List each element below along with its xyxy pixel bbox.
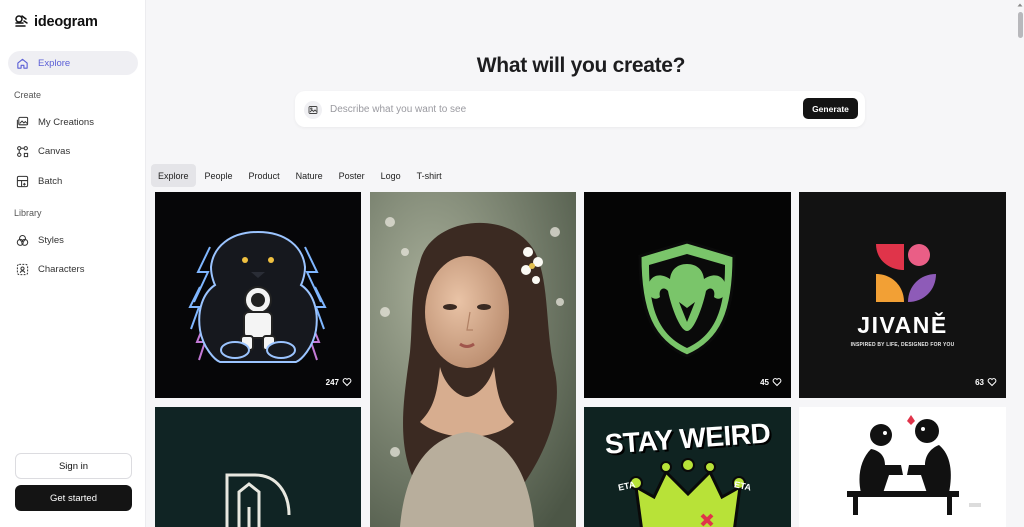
tab-logo[interactable]: Logo (374, 164, 408, 187)
gallery-item[interactable]: JIVANĚ INSPIRED BY LIFE, DESIGNED FOR YO… (799, 192, 1006, 398)
page-title: What will you create? (476, 54, 686, 77)
sidebar-item-canvas[interactable]: Canvas (8, 139, 138, 163)
batch-icon (16, 175, 29, 187)
scrollbar-thumb[interactable] (1018, 12, 1023, 38)
sidebar-item-label: My Creations (38, 116, 94, 128)
heart-icon (987, 378, 997, 387)
gallery-item[interactable]: 45 (584, 192, 791, 398)
image-upload-icon[interactable] (304, 101, 322, 119)
sidebar: ideogram Explore Create My Creations Can… (0, 0, 146, 527)
like-count[interactable]: 45 (760, 377, 782, 387)
gallery-item[interactable] (370, 192, 576, 527)
get-started-button[interactable]: Get started (15, 485, 132, 511)
tab-poster[interactable]: Poster (332, 164, 372, 187)
sidebar-item-my-creations[interactable]: My Creations (8, 110, 138, 134)
section-label-library: Library (14, 208, 42, 218)
character-icon (16, 263, 29, 275)
portrait-image (370, 192, 576, 527)
ram-shield-logo-image (638, 240, 736, 358)
heart-icon (772, 378, 782, 387)
home-icon (17, 58, 28, 69)
sidebar-item-batch[interactable]: Batch (8, 169, 138, 193)
sidebar-item-characters[interactable]: Characters (8, 257, 138, 281)
gallery-item[interactable]: 247 (155, 192, 361, 398)
tab-tshirt[interactable]: T-shirt (410, 164, 449, 187)
brand-logo[interactable]: ideogram (13, 14, 98, 30)
like-count[interactable]: 63 (975, 377, 997, 387)
brand-name: ideogram (34, 14, 98, 30)
styles-icon (16, 234, 29, 246)
panther-astronaut-image (188, 230, 327, 363)
canvas-icon (17, 145, 29, 157)
scroll-up-arrow-icon[interactable] (1017, 2, 1023, 8)
gallery-item[interactable] (799, 407, 1006, 527)
images-icon (16, 116, 29, 128)
jivane-logo-image (876, 244, 936, 302)
prompt-input[interactable] (330, 100, 790, 118)
sign-in-button[interactable]: Sign in (15, 453, 132, 479)
tab-explore[interactable]: Explore (151, 164, 196, 187)
prompt-bar: Generate (295, 91, 865, 127)
sidebar-item-label: Batch (38, 175, 63, 187)
tab-people[interactable]: People (198, 164, 240, 187)
ideogram-logo-icon (15, 15, 28, 27)
tab-nature[interactable]: Nature (289, 164, 330, 187)
letter-d-logo-image (225, 473, 291, 527)
sidebar-item-explore[interactable]: Explore (8, 51, 138, 75)
gallery-item[interactable] (155, 407, 361, 527)
page-scrollbar[interactable] (1017, 2, 1023, 525)
jivane-title: JIVANĚ (857, 312, 948, 338)
like-count[interactable]: 247 (326, 377, 352, 387)
sidebar-item-styles[interactable]: Styles (8, 228, 138, 252)
tab-product[interactable]: Product (242, 164, 287, 187)
category-tabs: Explore People Product Nature Poster Log… (151, 164, 449, 187)
generate-button[interactable]: Generate (803, 98, 858, 119)
skeleton-couple-image (847, 415, 981, 515)
sidebar-item-label: Characters (38, 263, 85, 275)
sidebar-item-label: Styles (38, 234, 64, 246)
gallery-item[interactable]: STAY WEIRD ETA ETA (584, 407, 791, 527)
sidebar-item-label: Explore (38, 57, 71, 69)
heart-icon (342, 378, 352, 387)
jivane-tagline: INSPIRED BY LIFE, DESIGNED FOR YOU (850, 342, 955, 348)
section-label-create: Create (14, 90, 42, 100)
sidebar-item-label: Canvas (38, 145, 71, 157)
